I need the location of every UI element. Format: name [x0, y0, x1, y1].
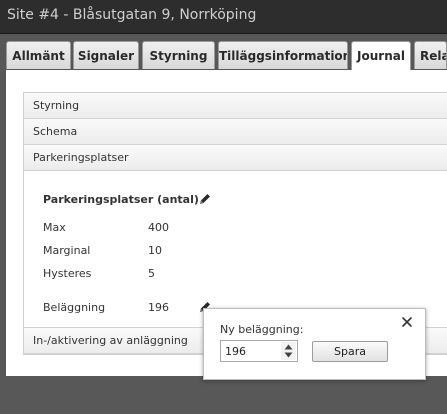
save-button[interactable]: Spara [312, 341, 388, 362]
spinner-arrows-icon[interactable] [281, 342, 296, 360]
marginal-label: Marginal [43, 244, 91, 257]
tab-styrning[interactable]: Styrning [142, 41, 215, 69]
edit-parking-pencil-icon[interactable] [198, 192, 212, 206]
tab-tillaggsinformation[interactable]: Tilläggsinformation [218, 41, 348, 69]
max-label: Max [43, 221, 66, 234]
belaggning-spinner [220, 340, 298, 362]
tab-relat[interactable]: Relat [414, 41, 447, 69]
tab-signaler[interactable]: Signaler [73, 41, 139, 69]
parking-heading: Parkeringsplatser (antal) [43, 193, 199, 206]
window-title: Site #4 - Blåsutgatan 9, Norrköping [7, 7, 257, 23]
parking-section: Parkeringsplatser (antal) Max 400 Margin… [24, 171, 447, 328]
edit-belaggning-popup: Ny beläggning: Spara [203, 308, 426, 380]
marginal-value: 10 [148, 244, 162, 257]
tab-bar: Allmänt Signaler Styrning Tilläggsinform… [6, 41, 447, 72]
belaggning-input[interactable] [221, 341, 281, 361]
close-icon[interactable] [400, 315, 414, 329]
page-footer-area [0, 376, 447, 414]
popup-label: Ny beläggning: [220, 323, 304, 336]
accordion-header-parkeringsplatser[interactable]: Parkeringsplatser [24, 145, 447, 171]
tab-allmant[interactable]: Allmänt [6, 41, 71, 69]
hysteres-value: 5 [148, 267, 155, 280]
belaggning-value: 196 [148, 301, 169, 314]
accordion-header-styrning[interactable]: Styrning [24, 93, 447, 119]
accordion-header-schema[interactable]: Schema [24, 119, 447, 145]
tab-journal[interactable]: Journal [351, 41, 411, 72]
hysteres-label: Hysteres [43, 267, 92, 280]
max-value: 400 [148, 221, 169, 234]
belaggning-label: Beläggning [43, 301, 106, 314]
window-titlebar: Site #4 - Blåsutgatan 9, Norrköping [0, 0, 447, 34]
